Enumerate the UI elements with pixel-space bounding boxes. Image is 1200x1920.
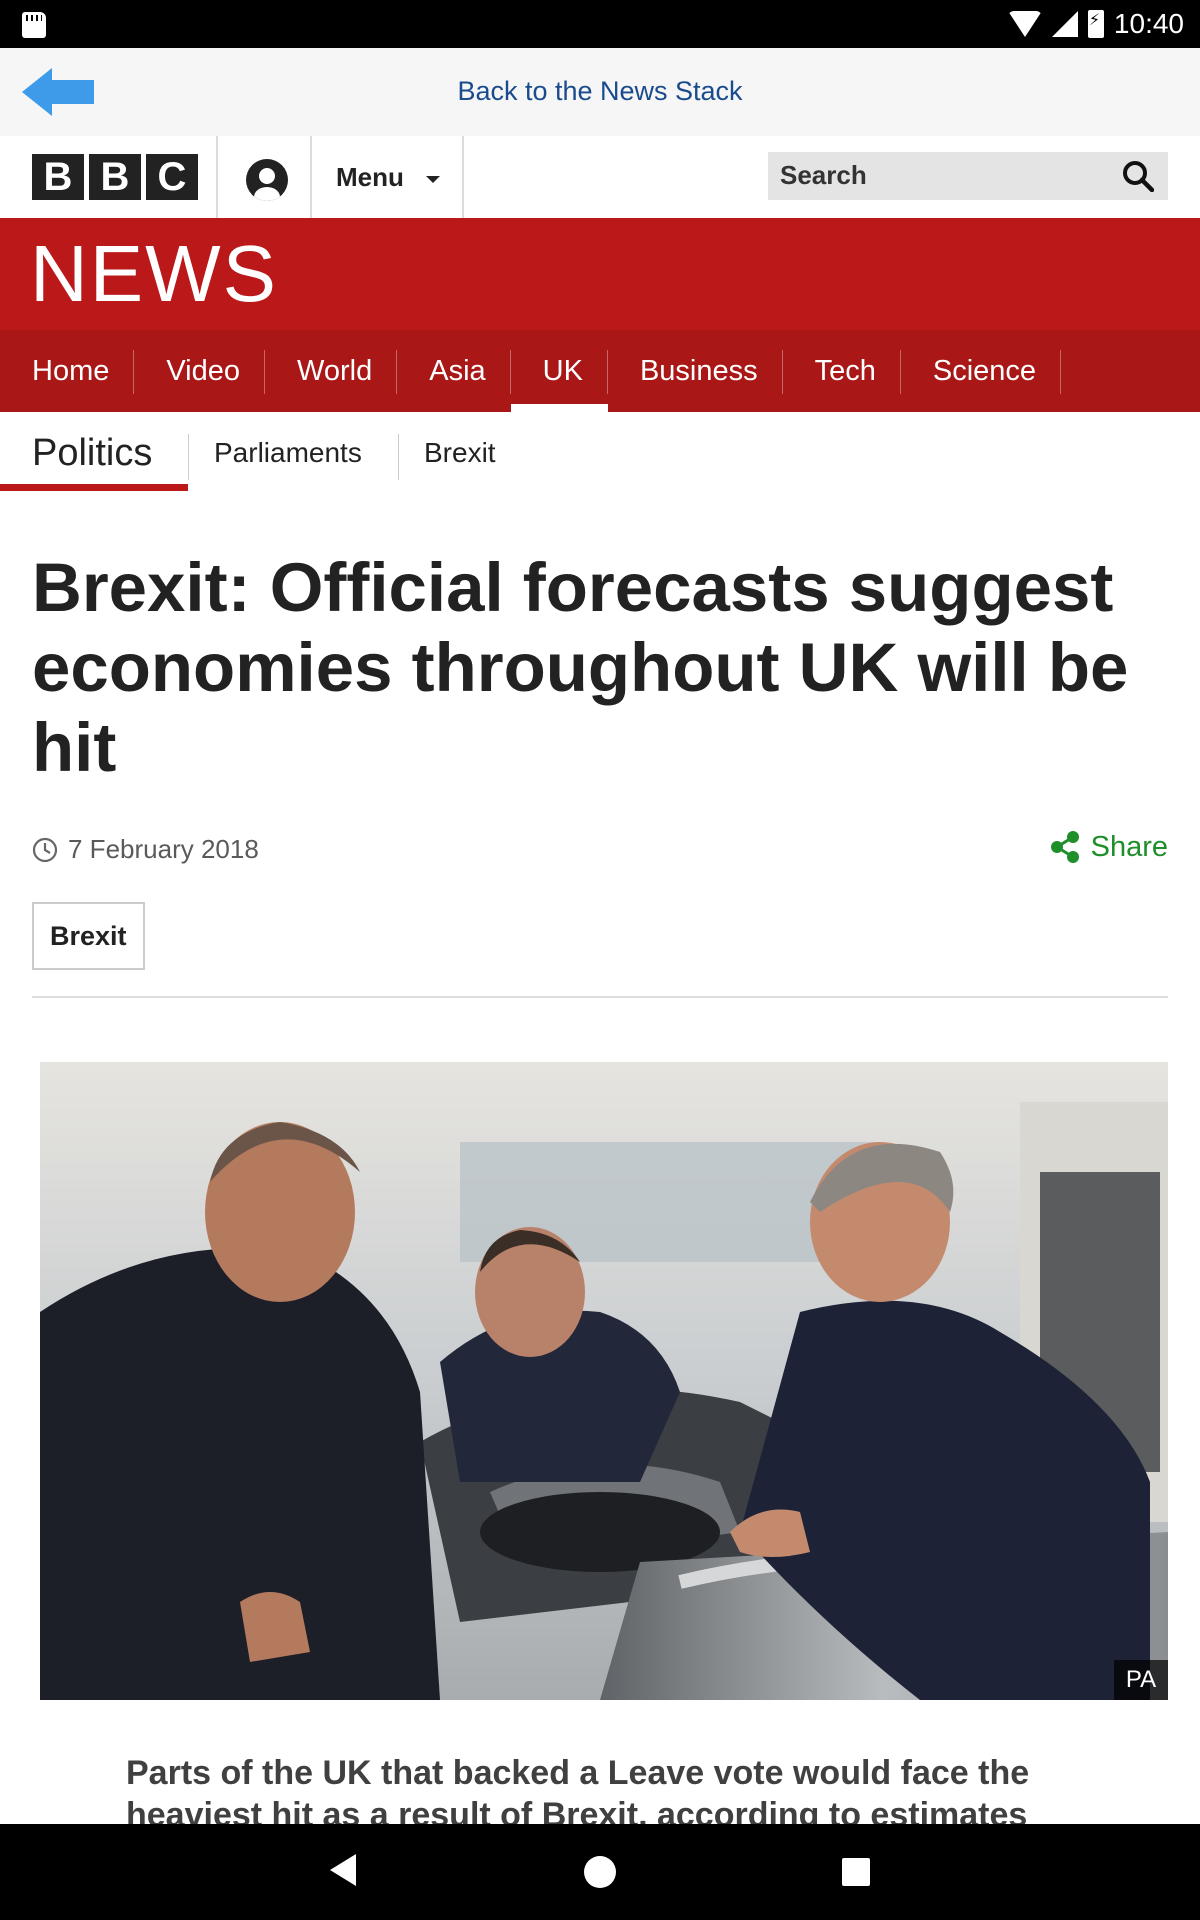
bbc-logo-letter: C bbox=[146, 154, 198, 200]
account-icon[interactable] bbox=[246, 159, 288, 201]
subnav-item-parliaments[interactable]: Parliaments bbox=[214, 412, 362, 494]
clock-icon bbox=[32, 837, 58, 863]
search-input[interactable]: Search bbox=[768, 152, 1168, 200]
system-nav-bar bbox=[0, 1824, 1200, 1920]
subsection-nav: Politics Parliaments Brexit bbox=[0, 412, 1200, 494]
header-divider bbox=[462, 136, 464, 218]
news-banner: NEWS bbox=[0, 218, 1200, 330]
status-icons: 10:40 bbox=[1007, 0, 1184, 48]
workers-photo bbox=[40, 1062, 1168, 1700]
home-icon[interactable] bbox=[584, 1856, 616, 1888]
nav-item-business[interactable]: Business bbox=[608, 330, 783, 412]
nav-item-world[interactable]: World bbox=[265, 330, 398, 412]
battery-icon bbox=[1087, 10, 1104, 38]
section-nav: Home Video World Asia UK Business Tech S… bbox=[0, 330, 1200, 412]
article-image: PA bbox=[40, 1062, 1168, 1700]
menu-button[interactable]: Menu bbox=[336, 162, 404, 193]
bbc-logo-letter: B bbox=[32, 154, 84, 200]
back-icon[interactable] bbox=[330, 1854, 356, 1886]
back-to-stack-link[interactable]: Back to the News Stack bbox=[0, 76, 1200, 107]
bbc-header: B B C Menu Search bbox=[0, 136, 1200, 220]
clock-time: 10:40 bbox=[1113, 8, 1184, 39]
share-icon bbox=[1050, 831, 1079, 863]
meta-divider bbox=[32, 996, 1168, 998]
subnav-divider bbox=[188, 434, 189, 480]
share-button[interactable]: Share bbox=[1049, 830, 1168, 864]
search-placeholder: Search bbox=[780, 160, 867, 190]
chevron-down-icon bbox=[426, 176, 440, 183]
active-subnav-underline bbox=[0, 484, 188, 491]
back-to-stack-bar[interactable]: Back to the News Stack bbox=[0, 48, 1200, 136]
sd-card-icon bbox=[22, 12, 46, 38]
header-divider bbox=[216, 136, 218, 218]
nav-item-tech[interactable]: Tech bbox=[783, 330, 902, 412]
wifi-icon bbox=[1007, 11, 1042, 37]
article-headline: Brexit: Official forecasts suggest econo… bbox=[32, 549, 1129, 786]
bbc-logo[interactable]: B B C bbox=[32, 154, 198, 200]
header-divider bbox=[310, 136, 312, 218]
image-credit: PA bbox=[1114, 1660, 1168, 1700]
nav-item-science[interactable]: Science bbox=[901, 330, 1062, 412]
news-title[interactable]: NEWS bbox=[30, 234, 278, 314]
nav-item-uk[interactable]: UK bbox=[510, 330, 609, 412]
recent-apps-icon[interactable] bbox=[842, 1858, 870, 1886]
signal-icon bbox=[1051, 11, 1078, 37]
nav-item-asia[interactable]: Asia bbox=[397, 330, 512, 412]
bbc-logo-letter: B bbox=[89, 154, 141, 200]
article-meta: 7 February 2018 Share bbox=[32, 830, 1168, 870]
status-bar: 10:40 bbox=[0, 0, 1200, 48]
subnav-divider bbox=[398, 434, 399, 480]
search-icon[interactable] bbox=[1122, 160, 1154, 192]
nav-item-home[interactable]: Home bbox=[0, 330, 135, 412]
topic-tag[interactable]: Brexit bbox=[32, 902, 145, 970]
article-date: 7 February 2018 bbox=[68, 834, 259, 864]
subnav-item-brexit[interactable]: Brexit bbox=[424, 412, 496, 494]
share-label: Share bbox=[1090, 830, 1168, 863]
nav-item-video[interactable]: Video bbox=[134, 330, 265, 412]
subnav-item-politics[interactable]: Politics bbox=[32, 412, 152, 494]
